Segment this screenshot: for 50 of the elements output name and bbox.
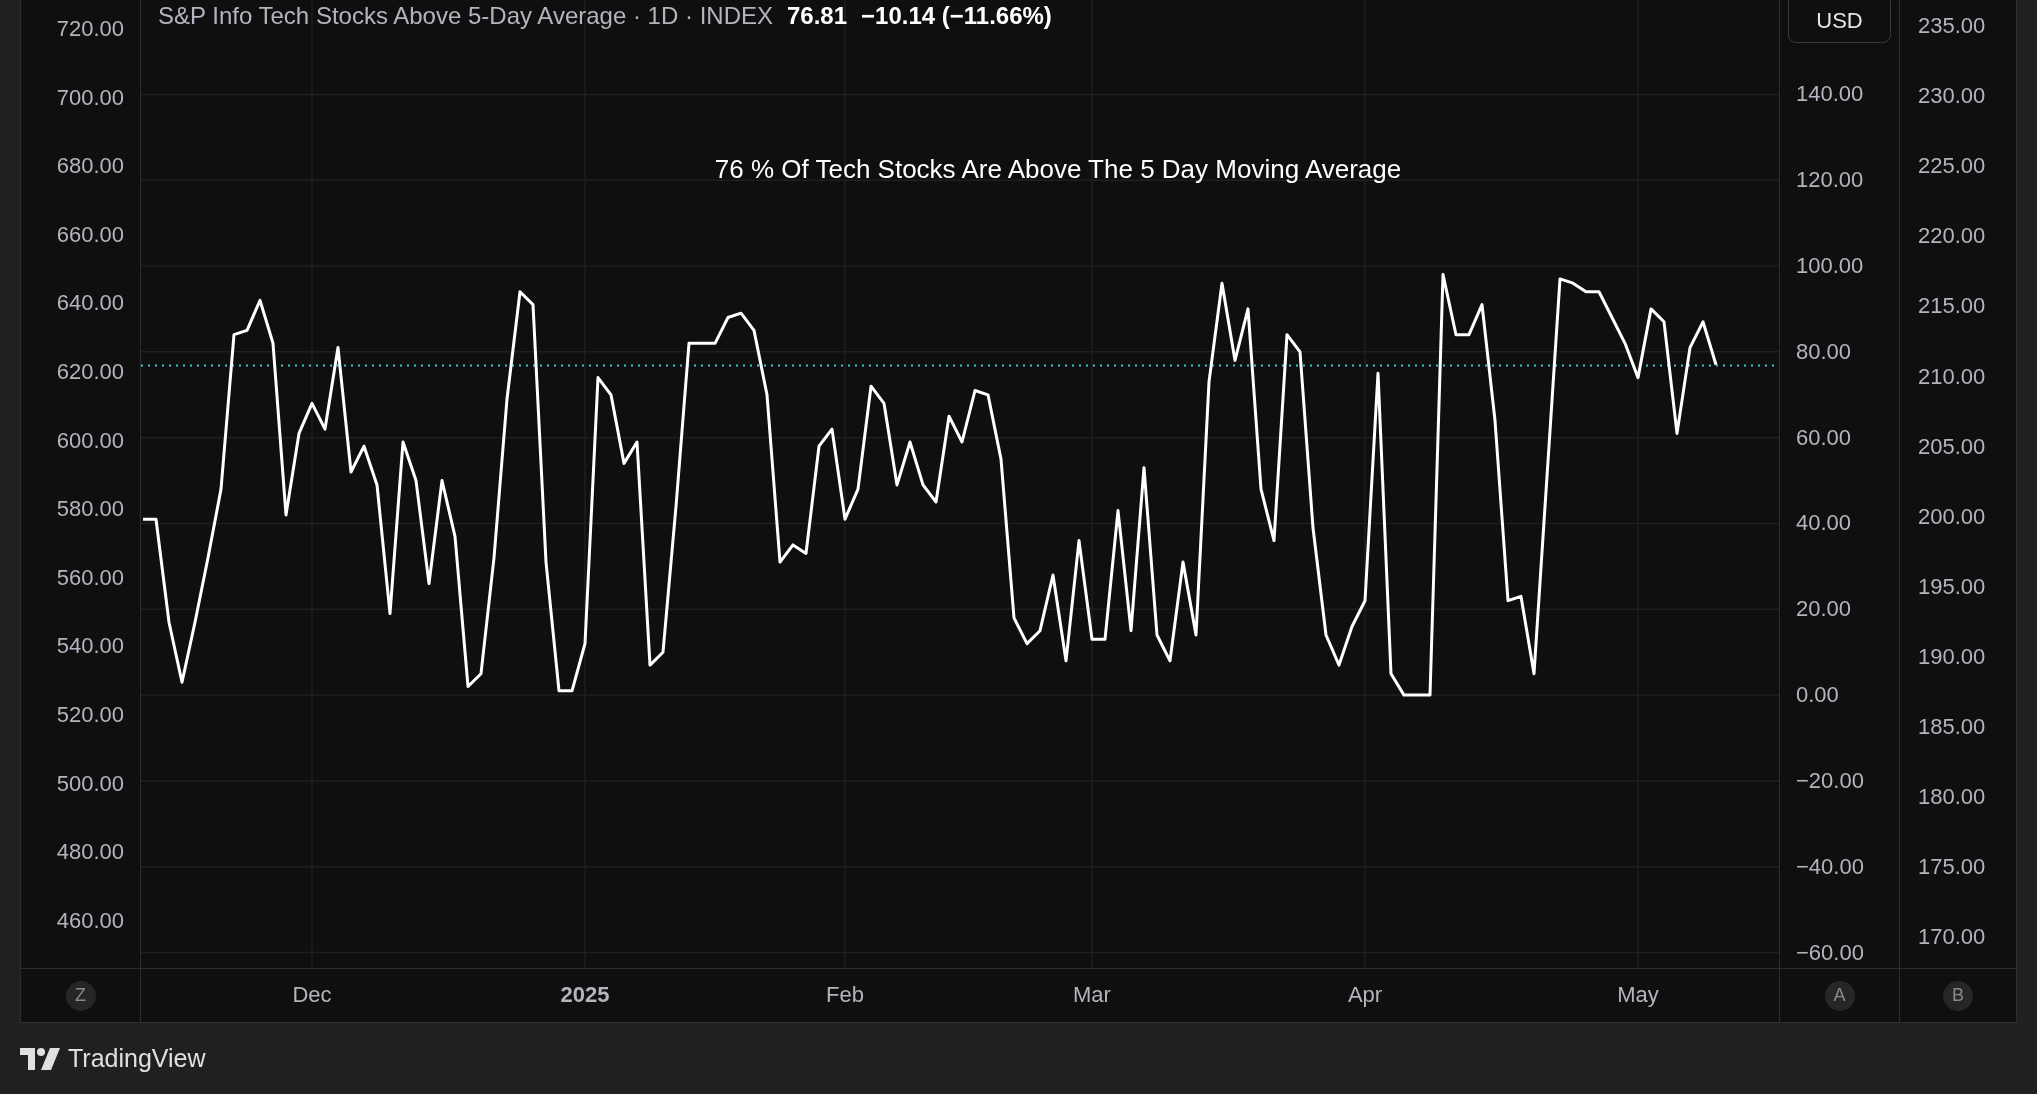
axis-label: 460.00 [56,906,124,935]
axis-label: May [1616,982,1660,1008]
axis-label: 540.00 [56,632,124,661]
axis-label: 215.00 [1918,292,1986,321]
axis-label: Apr [1346,982,1384,1008]
axis-label: 0.00 [1796,681,1839,710]
axis-label: 580.00 [56,495,124,524]
axis-label: 2025 [559,982,611,1008]
axis-label: 700.00 [56,83,124,112]
axis-label: 20.00 [1796,595,1852,624]
axis-label: 210.00 [1918,362,1986,391]
chart-title: S&P Info Tech Stocks Above 5-Day Average · 1D · INDEX [158,2,773,30]
axis-label: 520.00 [56,701,124,729]
axis-label: −60.00 [1796,938,1864,967]
axis-label: 225.00 [1918,152,1986,181]
axis-label: Dec [291,982,333,1008]
axis-label: 500.00 [56,769,124,798]
axis-label: 170.00 [1918,923,1986,952]
axis-label: 235.00 [1918,12,1986,40]
axis-label: 205.00 [1918,432,1986,461]
change-value: −10.14 (−11.66%) [861,2,1052,30]
axis-label: 40.00 [1796,509,1852,538]
axis-label: 195.00 [1918,572,1986,601]
chart-annotation: 76 % Of Tech Stocks Are Above The 5 Day Moving Average [713,154,1403,185]
axis-label: 180.00 [1918,783,1986,812]
axis-label: 600.00 [56,426,124,455]
brand-name: TradingView [68,1044,206,1073]
axis-label: 560.00 [56,563,124,592]
axis-label: 100.00 [1796,252,1864,280]
axis-label: 480.00 [56,838,124,867]
axis-label: 640.00 [56,289,124,318]
axis-label: 190.00 [1918,642,1986,671]
axis-label: Feb [825,982,865,1008]
axis-label: 175.00 [1918,853,1986,882]
axis-label: 120.00 [1796,166,1864,195]
last-value: 76.81 [787,2,848,30]
axis-label: Mar [1072,982,1112,1008]
axis-label: 220.00 [1918,222,1986,251]
axis-label: 620.00 [56,358,124,386]
axis-label: 680.00 [56,152,124,181]
axis-label: 200.00 [1918,502,1986,531]
axis-label: 60.00 [1796,423,1852,452]
axis-label: −40.00 [1796,852,1864,881]
axis-label: 720.00 [56,15,124,43]
axis-label: 140.00 [1796,80,1864,109]
axis-label: 660.00 [56,220,124,249]
axis-label: 80.00 [1796,337,1852,366]
axis-label: −20.00 [1796,766,1864,795]
axis-label: 230.00 [1918,82,1986,111]
axis-label: 185.00 [1918,713,1986,741]
